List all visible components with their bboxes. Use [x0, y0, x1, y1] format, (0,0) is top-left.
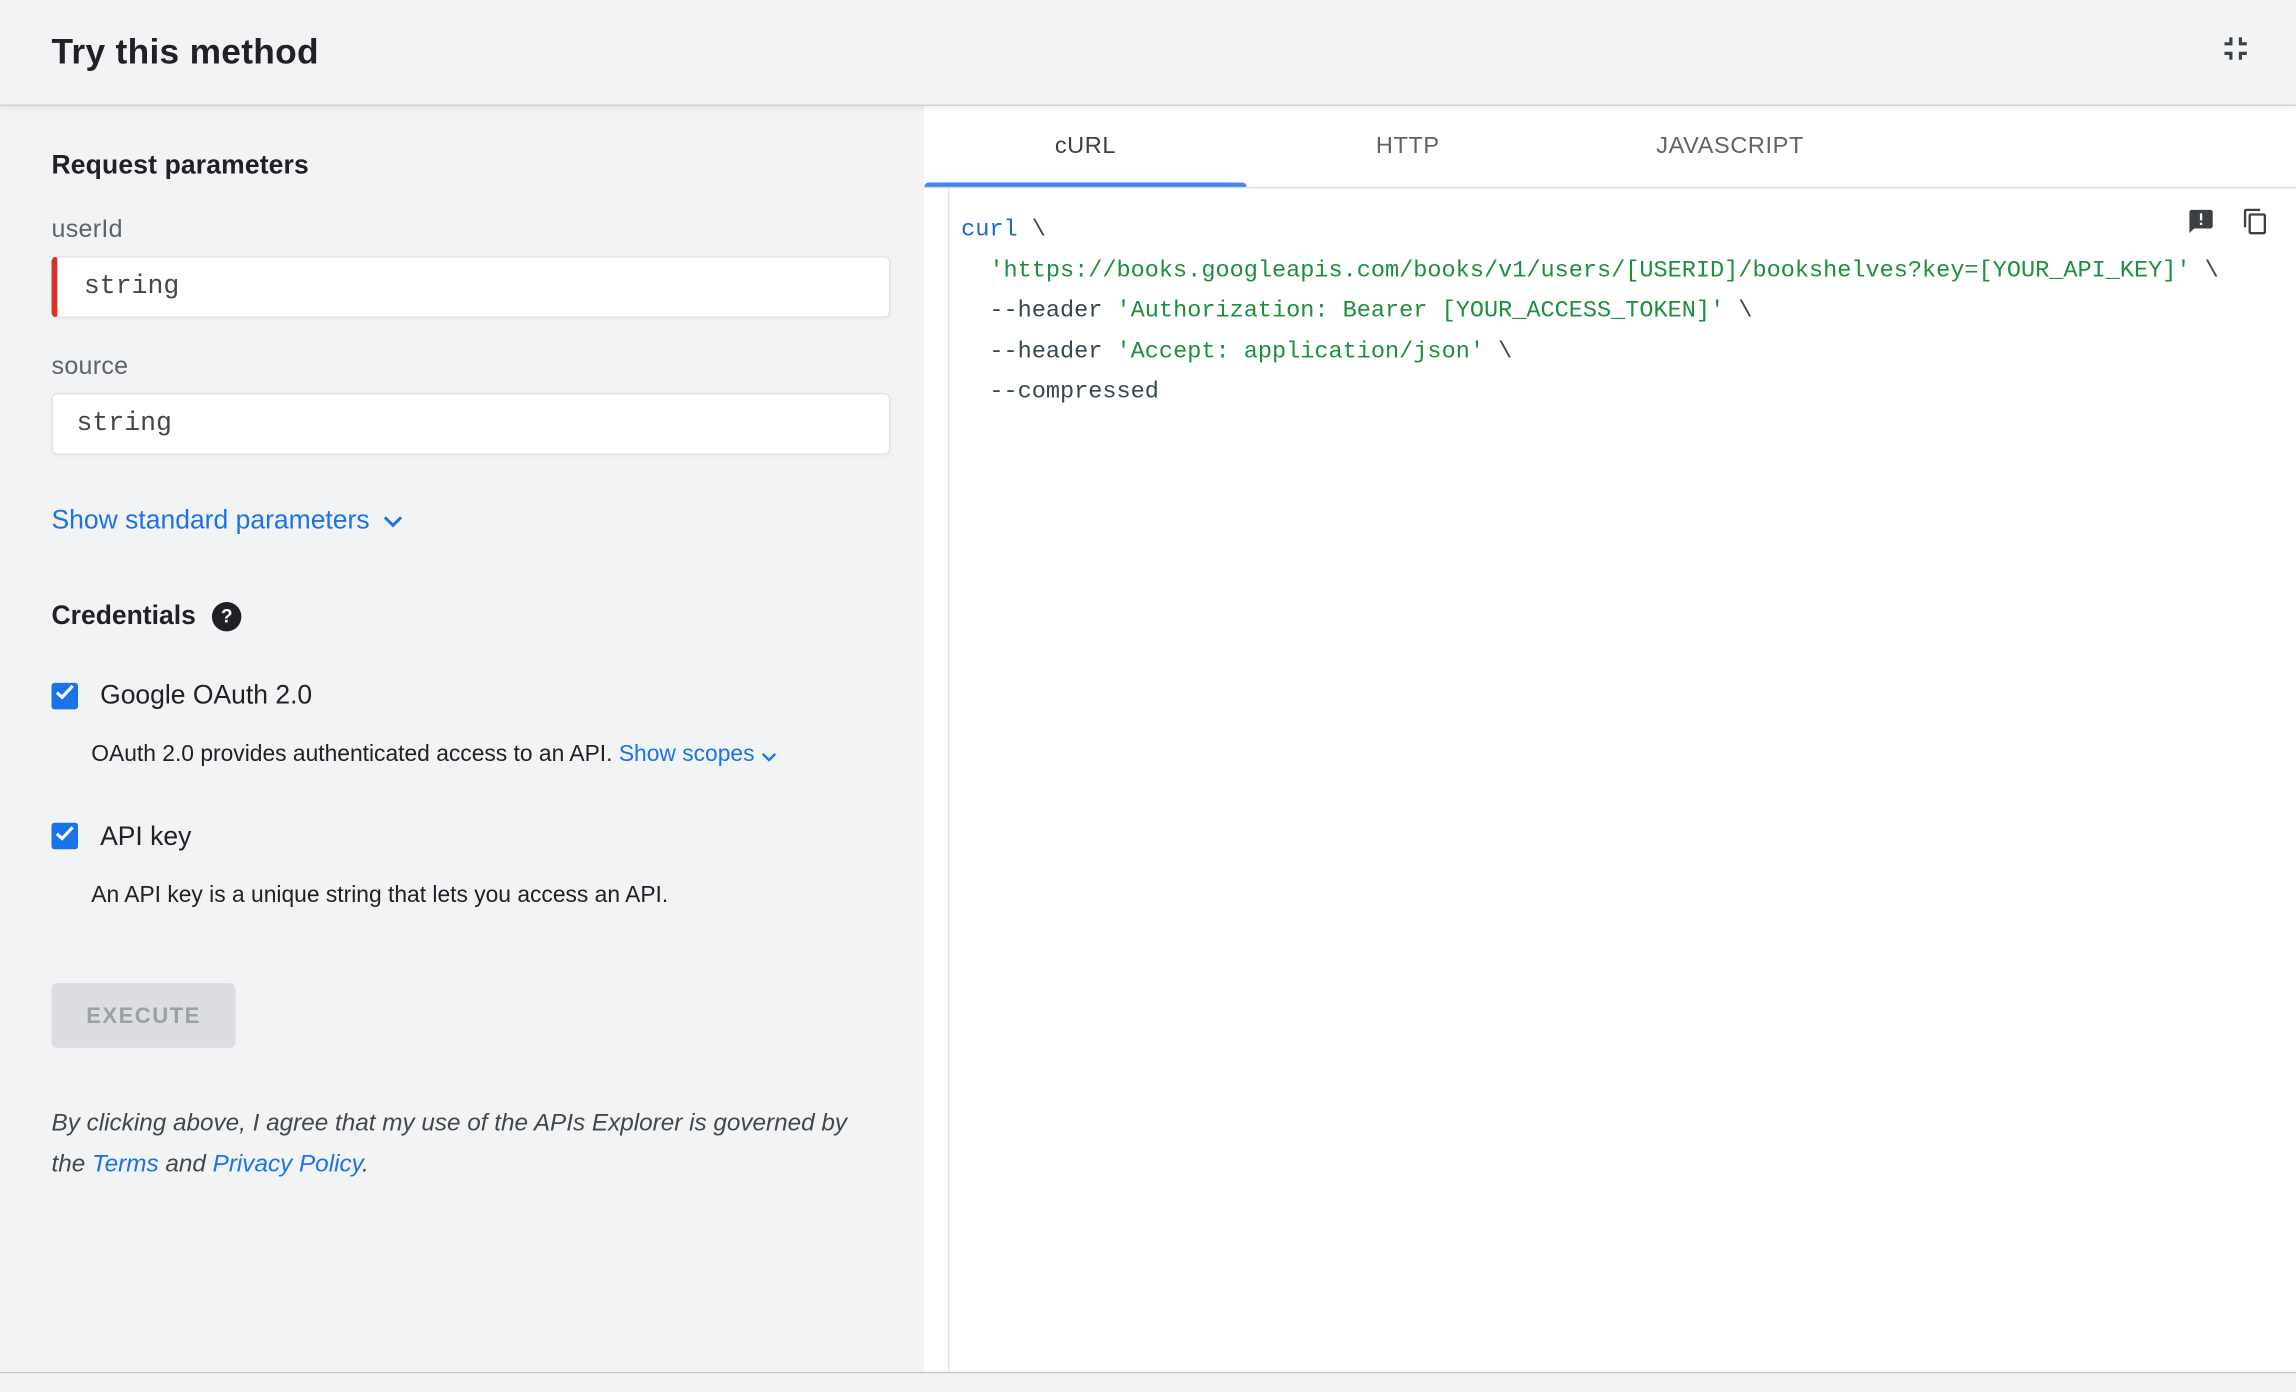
show-standard-parameters-label: Show standard parameters [51, 504, 370, 535]
request-parameters-heading: Request parameters [51, 150, 309, 180]
param-label-source: source [51, 351, 129, 380]
oauth-description: OAuth 2.0 provides authenticated access … [91, 739, 890, 772]
code-token: 'Accept: application/json' [1116, 337, 1484, 365]
show-standard-parameters-link[interactable]: Show standard parameters [52, 505, 404, 536]
code-token: \ [1483, 337, 1513, 365]
code-token: --compressed [961, 378, 1159, 405]
code-token: \ [2190, 256, 2219, 284]
code-line: --header 'Accept: application/json' \ [961, 332, 2193, 372]
panel-title: Try this method [51, 31, 319, 72]
help-icon[interactable]: ? [212, 601, 242, 631]
panel-bottom-strip [0, 1371, 2296, 1392]
code-sample-pane: cURL HTTP JAVASCRIPT curl \ 'https://boo… [924, 105, 2296, 1372]
oauth-description-text: OAuth 2.0 provides authenticated access … [91, 741, 619, 767]
code-panel: curl \ 'https://books.googleapis.com/boo… [947, 188, 2296, 1372]
code-actions [2186, 208, 2270, 239]
disclaimer-text: By clicking above, I agree that my use o… [52, 1104, 885, 1184]
oauth-label[interactable]: Google OAuth 2.0 [100, 680, 312, 711]
code-language-tabs: cURL HTTP JAVASCRIPT [924, 106, 2296, 189]
param-label-userid: userId [51, 214, 123, 243]
code-line: curl \ [961, 210, 2193, 250]
feedback-button[interactable] [2186, 209, 2215, 239]
checkmark-icon [53, 821, 77, 852]
copy-button[interactable] [2240, 208, 2269, 239]
code-token: \ [1017, 216, 1046, 243]
oauth-checkbox[interactable] [51, 680, 79, 711]
disclaimer-part-2: and [158, 1150, 213, 1177]
show-scopes-link[interactable]: Show scopes [619, 742, 755, 767]
userid-input[interactable] [51, 256, 891, 318]
checkmark-icon [53, 680, 77, 711]
code-token: 'Authorization: Bearer [YOUR_ACCESS_TOKE… [1116, 297, 1725, 324]
oauth-row: Google OAuth 2.0 [51, 680, 891, 711]
api-key-label[interactable]: API key [100, 821, 191, 852]
code-line: 'https://books.googleapis.com/books/v1/u… [961, 251, 2218, 291]
credentials-heading: Credentials [51, 600, 196, 630]
code-token: curl [961, 216, 1018, 243]
code-line: --compressed [961, 372, 2193, 412]
disclaimer-part-3: . [361, 1150, 369, 1177]
tab-javascript[interactable]: JAVASCRIPT [1569, 106, 1891, 187]
privacy-policy-link[interactable]: Privacy Policy [213, 1150, 362, 1176]
copy-icon [2241, 208, 2269, 243]
collapse-button[interactable] [2214, 30, 2258, 74]
execute-button[interactable]: EXECUTE [51, 983, 236, 1049]
code-token: --header [961, 337, 1117, 365]
api-key-description: An API key is a unique string that lets … [91, 882, 669, 908]
api-key-checkbox[interactable] [51, 821, 79, 852]
credentials-header: Credentials ? [52, 600, 891, 631]
panel-body: Request parameters userId source Show st… [0, 105, 2296, 1372]
chevron-down-icon [383, 505, 404, 536]
panel-header: Try this method [0, 0, 2296, 106]
tab-http[interactable]: HTTP [1247, 106, 1569, 187]
code-token: \ [1724, 297, 1753, 324]
chevron-down-icon [760, 743, 776, 768]
api-key-row: API key [51, 821, 891, 852]
code-token: --header [961, 297, 1117, 324]
tab-curl[interactable]: cURL [924, 106, 1247, 187]
code-line: --header 'Authorization: Bearer [YOUR_AC… [961, 291, 2193, 331]
terms-link[interactable]: Terms [92, 1150, 159, 1176]
feedback-icon [2186, 208, 2214, 243]
request-parameters-pane: Request parameters userId source Show st… [0, 105, 925, 1372]
source-input[interactable] [51, 392, 891, 455]
code-token: 'https://books.googleapis.com/books/v1/u… [989, 256, 2191, 284]
try-this-method-panel: Try this method Request parameters userI… [0, 0, 2296, 1392]
collapse-icon [2217, 29, 2255, 75]
